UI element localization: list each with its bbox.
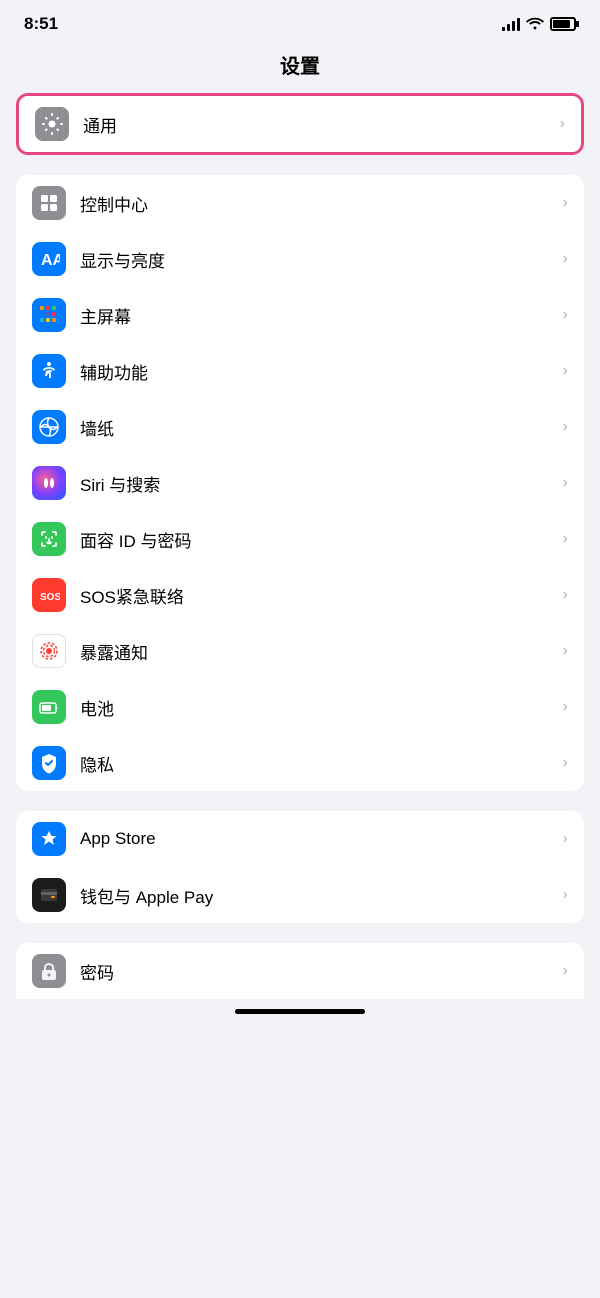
- status-icons: [502, 16, 576, 33]
- battery-icon: [550, 17, 576, 31]
- control-center-chevron: ›: [563, 194, 568, 212]
- privacy-icon: [32, 746, 66, 780]
- faceid-label: 面容 ID 与密码: [80, 527, 563, 552]
- general-chevron: ›: [560, 115, 565, 133]
- settings-item-general[interactable]: 通用 ›: [19, 96, 581, 152]
- settings-item-accessibility[interactable]: 辅助功能 ›: [16, 343, 584, 399]
- svg-text:AA: AA: [41, 252, 60, 269]
- wallet-icon: [32, 878, 66, 912]
- privacy-chevron: ›: [563, 754, 568, 772]
- faceid-icon: [32, 522, 66, 556]
- status-bar: 8:51: [0, 0, 600, 42]
- section-main: 控制中心 › AA 显示与亮度 › 主屏幕 ›: [16, 175, 584, 791]
- exposure-chevron: ›: [563, 642, 568, 660]
- privacy-label: 隐私: [80, 751, 563, 776]
- wallpaper-icon: [32, 410, 66, 444]
- siri-chevron: ›: [563, 474, 568, 492]
- page-title: 设置: [0, 42, 600, 93]
- settings-item-passwords[interactable]: 密码 ›: [16, 943, 584, 999]
- homescreen-label: 主屏幕: [80, 303, 563, 328]
- sos-icon: SOS: [32, 578, 66, 612]
- settings-item-siri[interactable]: Siri 与搜索 ›: [16, 455, 584, 511]
- siri-icon: [32, 466, 66, 500]
- faceid-chevron: ›: [563, 530, 568, 548]
- settings-item-battery[interactable]: 电池 ›: [16, 679, 584, 735]
- general-icon: [35, 107, 69, 141]
- settings-item-wallpaper[interactable]: 墙纸 ›: [16, 399, 584, 455]
- homescreen-chevron: ›: [563, 306, 568, 324]
- display-chevron: ›: [563, 250, 568, 268]
- settings-item-control-center[interactable]: 控制中心 ›: [16, 175, 584, 231]
- passwords-chevron: ›: [563, 962, 568, 980]
- battery-chevron: ›: [563, 698, 568, 716]
- wallet-label: 钱包与 Apple Pay: [80, 883, 563, 908]
- svg-text:SOS: SOS: [40, 592, 60, 603]
- homescreen-icon: [32, 298, 66, 332]
- exposure-icon: [32, 634, 66, 668]
- settings-item-homescreen[interactable]: 主屏幕 ›: [16, 287, 584, 343]
- settings-item-display[interactable]: AA 显示与亮度 ›: [16, 231, 584, 287]
- appstore-label: App Store: [80, 829, 563, 849]
- sos-label: SOS紧急联络: [80, 583, 563, 608]
- wallpaper-chevron: ›: [563, 418, 568, 436]
- home-bar: [235, 1009, 365, 1014]
- control-center-icon: [32, 186, 66, 220]
- section-general: 通用 ›: [16, 93, 584, 155]
- siri-label: Siri 与搜索: [80, 471, 563, 496]
- wifi-icon: [526, 16, 544, 33]
- settings-item-wallet[interactable]: 钱包与 Apple Pay ›: [16, 867, 584, 923]
- control-center-label: 控制中心: [80, 191, 563, 216]
- settings-item-privacy[interactable]: 隐私 ›: [16, 735, 584, 791]
- status-time: 8:51: [24, 14, 58, 34]
- settings-item-sos[interactable]: SOS SOS紧急联络 ›: [16, 567, 584, 623]
- general-label: 通用: [83, 112, 560, 137]
- wallpaper-label: 墙纸: [80, 415, 563, 440]
- battery-settings-icon: [32, 690, 66, 724]
- accessibility-label: 辅助功能: [80, 359, 563, 384]
- display-label: 显示与亮度: [80, 247, 563, 272]
- display-icon: AA: [32, 242, 66, 276]
- passwords-label: 密码: [80, 959, 563, 984]
- home-indicator: [0, 999, 600, 1020]
- section-appstore-wallet: App Store › 钱包与 Apple Pay ›: [16, 811, 584, 923]
- exposure-label: 暴露通知: [80, 639, 563, 664]
- accessibility-chevron: ›: [563, 362, 568, 380]
- accessibility-icon: [32, 354, 66, 388]
- section-passwords-partial: 密码 ›: [16, 943, 584, 999]
- settings-item-appstore[interactable]: App Store ›: [16, 811, 584, 867]
- signal-icon: [502, 17, 520, 31]
- settings-item-faceid[interactable]: 面容 ID 与密码 ›: [16, 511, 584, 567]
- wallet-chevron: ›: [563, 886, 568, 904]
- appstore-chevron: ›: [563, 830, 568, 848]
- appstore-icon: [32, 822, 66, 856]
- passwords-icon: [32, 954, 66, 988]
- sos-chevron: ›: [563, 586, 568, 604]
- settings-item-exposure[interactable]: 暴露通知 ›: [16, 623, 584, 679]
- battery-label: 电池: [80, 695, 563, 720]
